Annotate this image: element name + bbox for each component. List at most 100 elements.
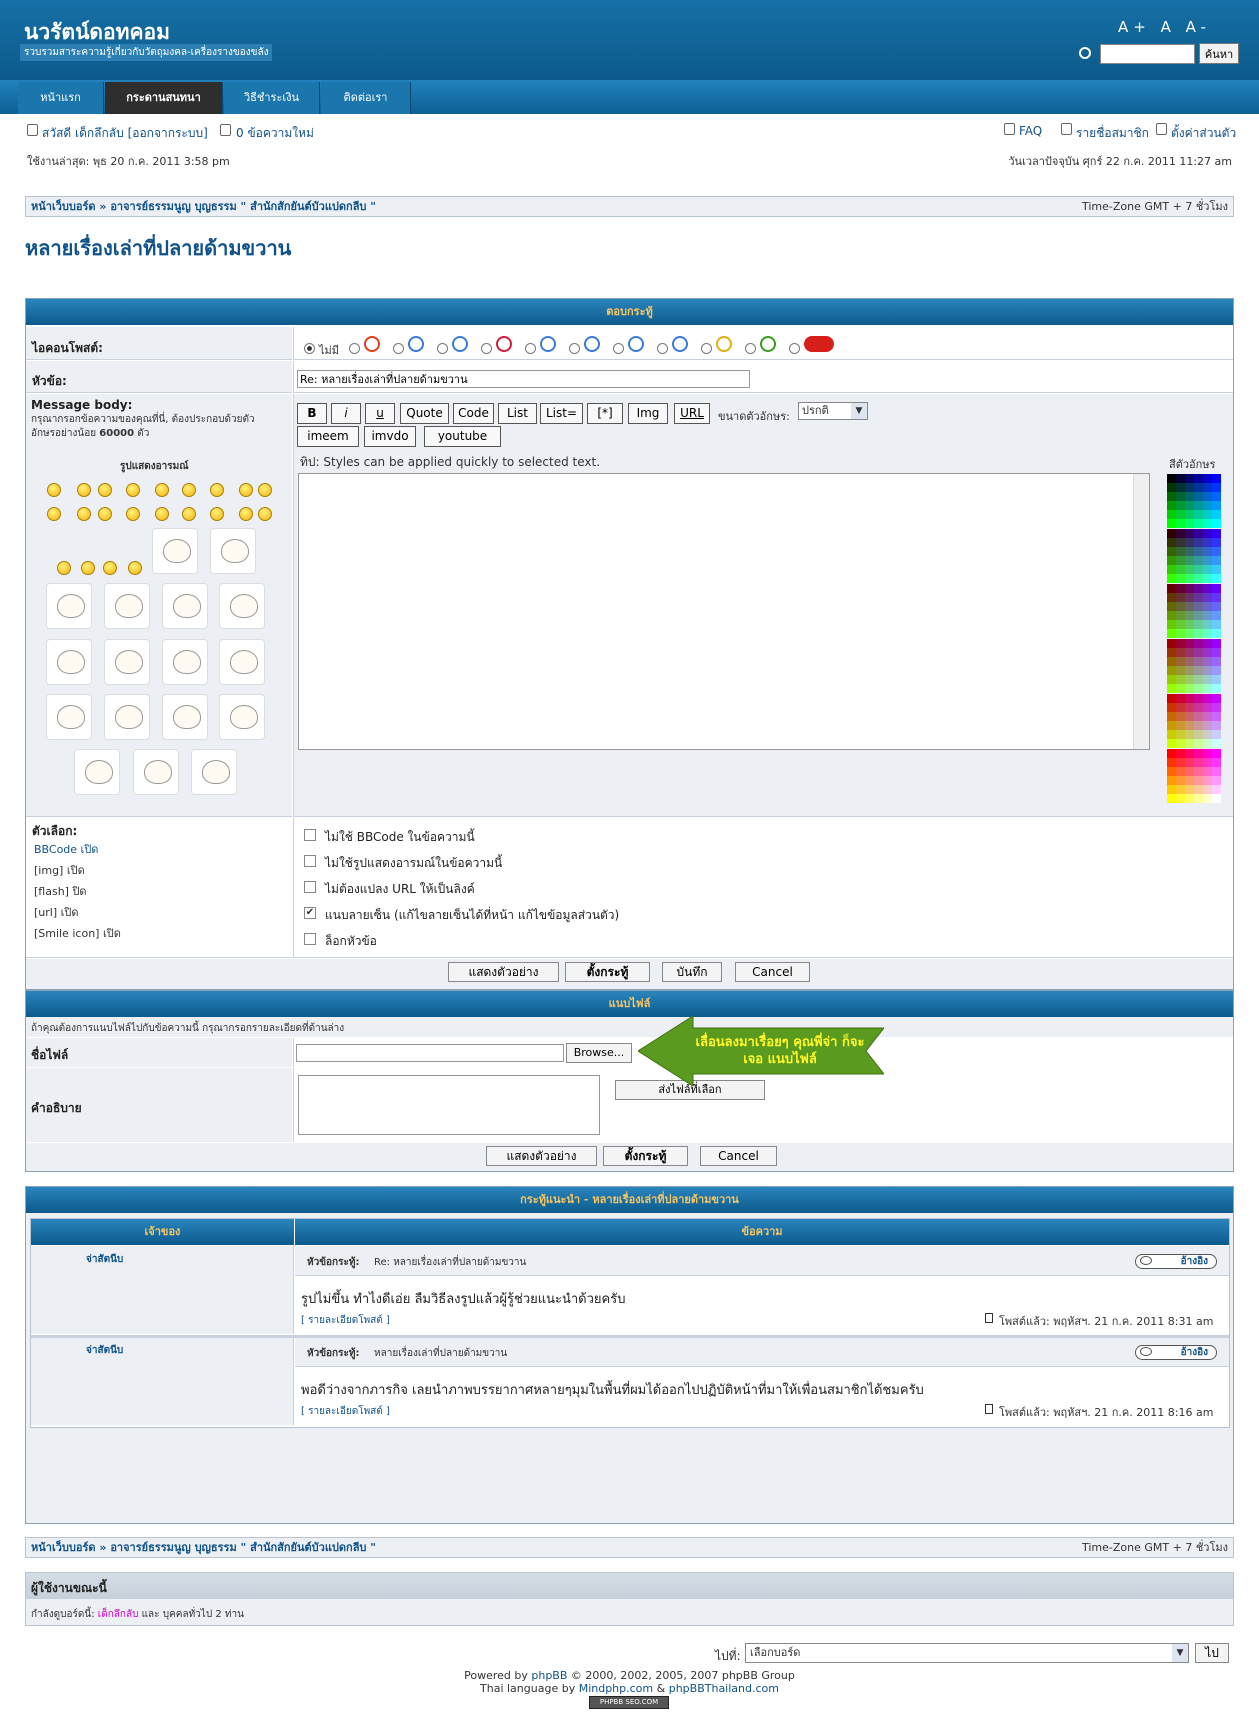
color-swatch[interactable] [1212, 519, 1221, 528]
post-detail-link[interactable]: [ รายละเอียดโพสต์ ] [301, 1313, 390, 1328]
font-size-controls[interactable]: A+ A A- [1118, 18, 1211, 36]
color-swatch[interactable] [1185, 556, 1194, 565]
tab-contact[interactable]: ติดต่อเรา [321, 82, 411, 114]
color-swatch[interactable] [1212, 785, 1221, 794]
bbcode-italic-button[interactable]: i [331, 403, 361, 424]
color-swatch[interactable] [1203, 639, 1212, 648]
color-swatch[interactable] [1194, 529, 1203, 538]
color-swatch[interactable] [1212, 538, 1221, 547]
color-swatch[interactable] [1212, 767, 1221, 776]
color-swatch[interactable] [1185, 749, 1194, 758]
color-swatch[interactable] [1167, 556, 1176, 565]
color-swatch[interactable] [1176, 538, 1185, 547]
color-swatch[interactable] [1203, 483, 1212, 492]
post-author[interactable]: จ่าสัตนีบ [86, 1343, 123, 1358]
color-swatch[interactable] [1167, 694, 1176, 703]
color-swatch[interactable] [1212, 675, 1221, 684]
color-swatch[interactable] [1212, 749, 1221, 758]
emoticon-11[interactable] [46, 694, 92, 740]
color-swatch[interactable] [1203, 675, 1212, 684]
color-swatch[interactable] [1176, 730, 1185, 739]
color-swatch[interactable] [1176, 611, 1185, 620]
color-swatch[interactable] [1176, 648, 1185, 657]
smiley-16[interactable] [210, 507, 224, 521]
color-swatch[interactable] [1203, 684, 1212, 693]
tab-payment[interactable]: วิธีชำระเงิน [224, 82, 320, 114]
color-swatch[interactable] [1176, 547, 1185, 556]
color-swatch[interactable] [1167, 776, 1176, 785]
color-swatch[interactable] [1212, 492, 1221, 501]
color-swatch[interactable] [1212, 574, 1221, 583]
color-swatch[interactable] [1194, 510, 1203, 519]
color-swatch[interactable] [1212, 730, 1221, 739]
color-swatch[interactable] [1194, 483, 1203, 492]
color-swatch[interactable] [1185, 694, 1194, 703]
color-swatch[interactable] [1194, 767, 1203, 776]
color-swatch[interactable] [1185, 684, 1194, 693]
bbcode-bold-button[interactable]: B [297, 403, 327, 424]
phpbb-link[interactable]: phpBB [531, 1669, 567, 1682]
color-swatch[interactable] [1167, 538, 1176, 547]
color-swatch[interactable] [1212, 474, 1221, 483]
color-swatch[interactable] [1167, 675, 1176, 684]
post-icon-radio-6[interactable] [569, 343, 580, 354]
color-swatch[interactable] [1176, 657, 1185, 666]
color-swatch[interactable] [1212, 501, 1221, 510]
smiley-6[interactable] [182, 483, 196, 497]
color-swatch[interactable] [1167, 749, 1176, 758]
mindphp-link[interactable]: Mindphp.com [579, 1682, 653, 1695]
color-swatch[interactable] [1167, 794, 1176, 803]
color-swatch[interactable] [1212, 602, 1221, 611]
color-swatch[interactable] [1167, 684, 1176, 693]
color-swatch[interactable] [1176, 666, 1185, 675]
color-swatch[interactable] [1176, 556, 1185, 565]
color-swatch[interactable] [1194, 584, 1203, 593]
checkbox-2[interactable] [304, 855, 316, 867]
color-swatch[interactable] [1176, 501, 1185, 510]
emoticon-16[interactable] [133, 749, 179, 795]
color-swatch[interactable] [1176, 602, 1185, 611]
color-swatch[interactable] [1203, 694, 1212, 703]
jump-select[interactable]: เลือกบอร์ด ▼ [745, 1643, 1189, 1663]
color-swatch[interactable] [1185, 739, 1194, 748]
color-swatch[interactable] [1203, 721, 1212, 730]
color-swatch[interactable] [1203, 712, 1212, 721]
color-swatch[interactable] [1185, 538, 1194, 547]
color-swatch[interactable] [1185, 492, 1194, 501]
color-swatch[interactable] [1167, 721, 1176, 730]
color-swatch[interactable] [1185, 611, 1194, 620]
emoticon-4[interactable] [104, 583, 150, 629]
color-swatch[interactable] [1203, 584, 1212, 593]
color-swatch[interactable] [1185, 721, 1194, 730]
color-swatch[interactable] [1203, 666, 1212, 675]
breadcrumb-home-bottom[interactable]: หน้าเว็บบอร์ด [31, 1541, 96, 1554]
color-swatch[interactable] [1167, 510, 1176, 519]
smiley-21[interactable] [103, 561, 117, 575]
color-swatch[interactable] [1194, 547, 1203, 556]
attach-submit-button[interactable]: ตั้งกระทู้ [603, 1146, 688, 1166]
color-swatch[interactable] [1167, 629, 1176, 638]
attach-preview-button[interactable]: แสดงตัวอย่าง [486, 1146, 597, 1166]
color-swatch[interactable] [1194, 785, 1203, 794]
color-swatch[interactable] [1212, 565, 1221, 574]
bbcode-imvdo-button[interactable]: imvdo [364, 426, 416, 447]
color-swatch[interactable] [1176, 721, 1185, 730]
color-swatch[interactable] [1176, 620, 1185, 629]
color-swatch[interactable] [1194, 712, 1203, 721]
color-swatch[interactable] [1212, 620, 1221, 629]
smiley-8[interactable] [239, 483, 253, 497]
bbcode-img-button[interactable]: Img [628, 403, 668, 424]
color-swatch[interactable] [1185, 584, 1194, 593]
color-swatch[interactable] [1203, 547, 1212, 556]
emoticon-6[interactable] [219, 583, 265, 629]
subject-input[interactable] [297, 370, 750, 388]
color-swatch[interactable] [1194, 758, 1203, 767]
color-swatch[interactable] [1185, 794, 1194, 803]
color-swatch[interactable] [1203, 501, 1212, 510]
bbcode-youtube-button[interactable]: youtube [424, 426, 501, 447]
emoticon-2[interactable] [210, 528, 256, 574]
color-swatch[interactable] [1194, 620, 1203, 629]
browse-button[interactable]: Browse... [566, 1043, 632, 1063]
color-swatch[interactable] [1212, 794, 1221, 803]
jump-go-button[interactable]: ไป [1195, 1643, 1229, 1663]
